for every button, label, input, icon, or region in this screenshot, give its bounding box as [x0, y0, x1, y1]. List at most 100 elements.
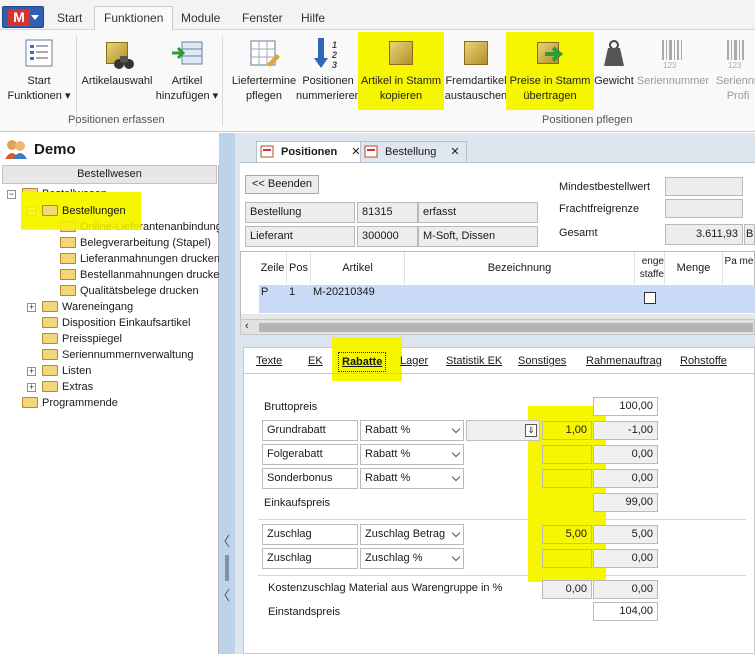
liefertermine-label: Liefertermine [231, 75, 297, 87]
folgerabatt-type-select[interactable]: Rabatt % [360, 444, 464, 465]
tree-item-programmende[interactable]: Programmende [22, 395, 118, 411]
artikelauswahl-button[interactable]: Artikelauswahl [80, 32, 154, 110]
folder-icon [42, 365, 58, 376]
tree-label: Disposition Einkaufsartikel [62, 317, 191, 329]
grip-icon [224, 534, 230, 602]
horizontal-scrollbar[interactable]: ‹ [240, 319, 755, 335]
folgerabatt-input[interactable] [542, 445, 592, 464]
subtab-rohstoffe[interactable]: Rohstoffe [680, 352, 727, 372]
column-header-pos[interactable]: Pos [287, 252, 311, 284]
column-header-mengenstaffel[interactable]: enge staffe [635, 252, 665, 284]
grundrabatt-input[interactable]: 1,00 [542, 421, 592, 440]
select-value: Rabatt % [365, 472, 411, 484]
tree-item-bestellungen-overlay[interactable]: Bestellungen [42, 203, 126, 219]
divider [258, 519, 746, 520]
mindestbestellwert-label: Mindestbestellwert [559, 181, 651, 193]
tree-item-extras[interactable]: Extras [42, 379, 93, 395]
column-header-bezeichnung[interactable]: Bezeichnung [405, 252, 635, 284]
zuschlag-betrag-input[interactable]: 5,00 [542, 525, 592, 544]
download-icon[interactable]: ⇓ [525, 424, 537, 437]
folder-icon [42, 333, 58, 344]
zuschlag-prozent-name-field[interactable]: Zuschlag [262, 548, 358, 569]
subtab-texte[interactable]: Texte [256, 352, 282, 372]
column-header-artikel[interactable]: Artikel [311, 252, 405, 284]
beenden-button[interactable]: << Beenden [245, 175, 319, 194]
zuschlag-betrag-type-select[interactable]: Zuschlag Betrag [360, 524, 464, 545]
tab-funktionen[interactable]: Funktionen [94, 6, 174, 31]
subtab-sonstiges[interactable]: Sonstiges [518, 352, 566, 372]
collapse-toggle[interactable]: − [7, 190, 16, 199]
tree-item-seriennummernverwaltung[interactable]: Seriennummernverwaltung [42, 347, 193, 363]
divider [258, 575, 746, 576]
gesamt-value-field: 3.611,93 [665, 224, 743, 245]
unit-field[interactable]: ⇓ [466, 420, 540, 441]
column-header-pa[interactable]: Pa me [723, 252, 755, 284]
tree-label: Preisspiegel [62, 333, 122, 345]
fremdartikel-austauschen-button[interactable]: Fremdartikel austauschen [444, 32, 508, 110]
grundrabatt-name-field[interactable]: Grundrabatt [262, 420, 358, 441]
tree-item-lieferanmahnungen[interactable]: Lieferanmahnungen drucken [60, 251, 220, 267]
svg-text:123: 123 [728, 61, 742, 70]
gewicht-button[interactable]: Gewicht [592, 32, 636, 110]
tree-item-listen[interactable]: Listen [42, 363, 91, 379]
grundrabatt-type-select[interactable]: Rabatt % [360, 420, 464, 441]
tab-module[interactable]: Module [172, 7, 229, 30]
seriennu-label: Seriennu [715, 75, 755, 87]
folgerabatt-name-field[interactable]: Folgerabatt [262, 444, 358, 465]
staffel-checkbox[interactable] [644, 292, 656, 304]
zuschlag-prozent-type-select[interactable]: Zuschlag % [360, 548, 464, 569]
tab-fenster[interactable]: Fenster [233, 7, 292, 30]
subtab-lager[interactable]: Lager [400, 352, 428, 372]
section-header: Bestellwesen [2, 165, 217, 184]
expand-toggle[interactable]: + [27, 383, 36, 392]
tab-hilfe[interactable]: Hilfe [292, 7, 334, 30]
subtab-statistik-ek[interactable]: Statistik EK [446, 352, 502, 372]
expand-toggle[interactable]: + [27, 367, 36, 376]
close-icon[interactable]: ✕ [450, 146, 459, 158]
scroll-thumb[interactable] [259, 323, 753, 332]
zuschlag-betrag-name-field[interactable]: Zuschlag [262, 524, 358, 545]
column-header-menge[interactable]: Menge [665, 252, 723, 284]
sonderbonus-type-select[interactable]: Rabatt % [360, 468, 464, 489]
fremdartikel-label: Fremdartikel [445, 75, 507, 87]
chevron-down-icon [451, 472, 461, 482]
select-value: Zuschlag Betrag [365, 528, 446, 540]
sonderbonus-input[interactable] [542, 469, 592, 488]
sonderbonus-name-field[interactable]: Sonderbonus [262, 468, 358, 489]
tree-item-bestellanmahnungen[interactable]: Bestellanmahnungen drucken [60, 267, 226, 283]
select-value: Zuschlag % [365, 552, 423, 564]
tree-item-wareneingang[interactable]: Wareneingang [42, 299, 133, 315]
subtab-rahmenauftrag[interactable]: Rahmenauftrag [586, 352, 662, 372]
list-icon [22, 36, 56, 70]
app-menu-button[interactable]: M [2, 6, 44, 28]
artikelauswahl-label: Artikelauswahl [81, 75, 153, 87]
artikel-label: Artikel [171, 75, 203, 87]
liefertermine-pflegen-button[interactable]: Liefertermine pflegen [228, 32, 300, 110]
select-value: Rabatt % [365, 424, 411, 436]
seriennummer-profi-button[interactable]: 123 Seriennu Profi [708, 32, 755, 110]
subtab-rabatte[interactable]: Rabatte [338, 352, 387, 372]
lieferant-name-field: M-Soft, Dissen [418, 226, 538, 247]
tree-item-qualitaetsbelege[interactable]: Qualitätsbelege drucken [60, 283, 199, 299]
seriennummer-button[interactable]: 123 Seriennummer [636, 32, 710, 110]
start-funktionen-button[interactable]: Start Funktionen ▾ [4, 32, 74, 110]
cell-pos: 1 [289, 286, 296, 298]
artikel-hinzufuegen-button[interactable]: Artikel hinzufügen ▾ [154, 32, 220, 110]
column-header-zeile[interactable]: Zeile [259, 252, 287, 284]
subtab-ek[interactable]: EK [308, 352, 323, 372]
artikel-in-stamm-kopieren-button[interactable]: Artikel in Stamm kopieren [358, 32, 444, 110]
svg-text:123: 123 [663, 61, 677, 70]
tree-item-disposition[interactable]: Disposition Einkaufsartikel [42, 315, 190, 331]
preise-in-stamm-uebertragen-button[interactable]: Preise in Stamm übertragen [506, 32, 594, 110]
scroll-left-icon[interactable]: ‹ [245, 320, 249, 332]
tree-item-belegverarbeitung[interactable]: Belegverarbeitung (Stapel) [60, 235, 211, 251]
positionen-nummerieren-button[interactable]: 123 Positionen nummerieren [296, 32, 361, 110]
expand-toggle[interactable]: + [27, 303, 36, 312]
bestellung-label: Bestellung [245, 202, 355, 223]
tree-item-preisspiegel[interactable]: Preisspiegel [42, 331, 122, 347]
tab-start[interactable]: Start [48, 7, 91, 30]
panel-splitter[interactable] [219, 133, 235, 654]
zuschlag-prozent-input[interactable] [542, 549, 592, 568]
cube-arrow-icon [533, 36, 567, 70]
start-label: Start [27, 75, 51, 87]
